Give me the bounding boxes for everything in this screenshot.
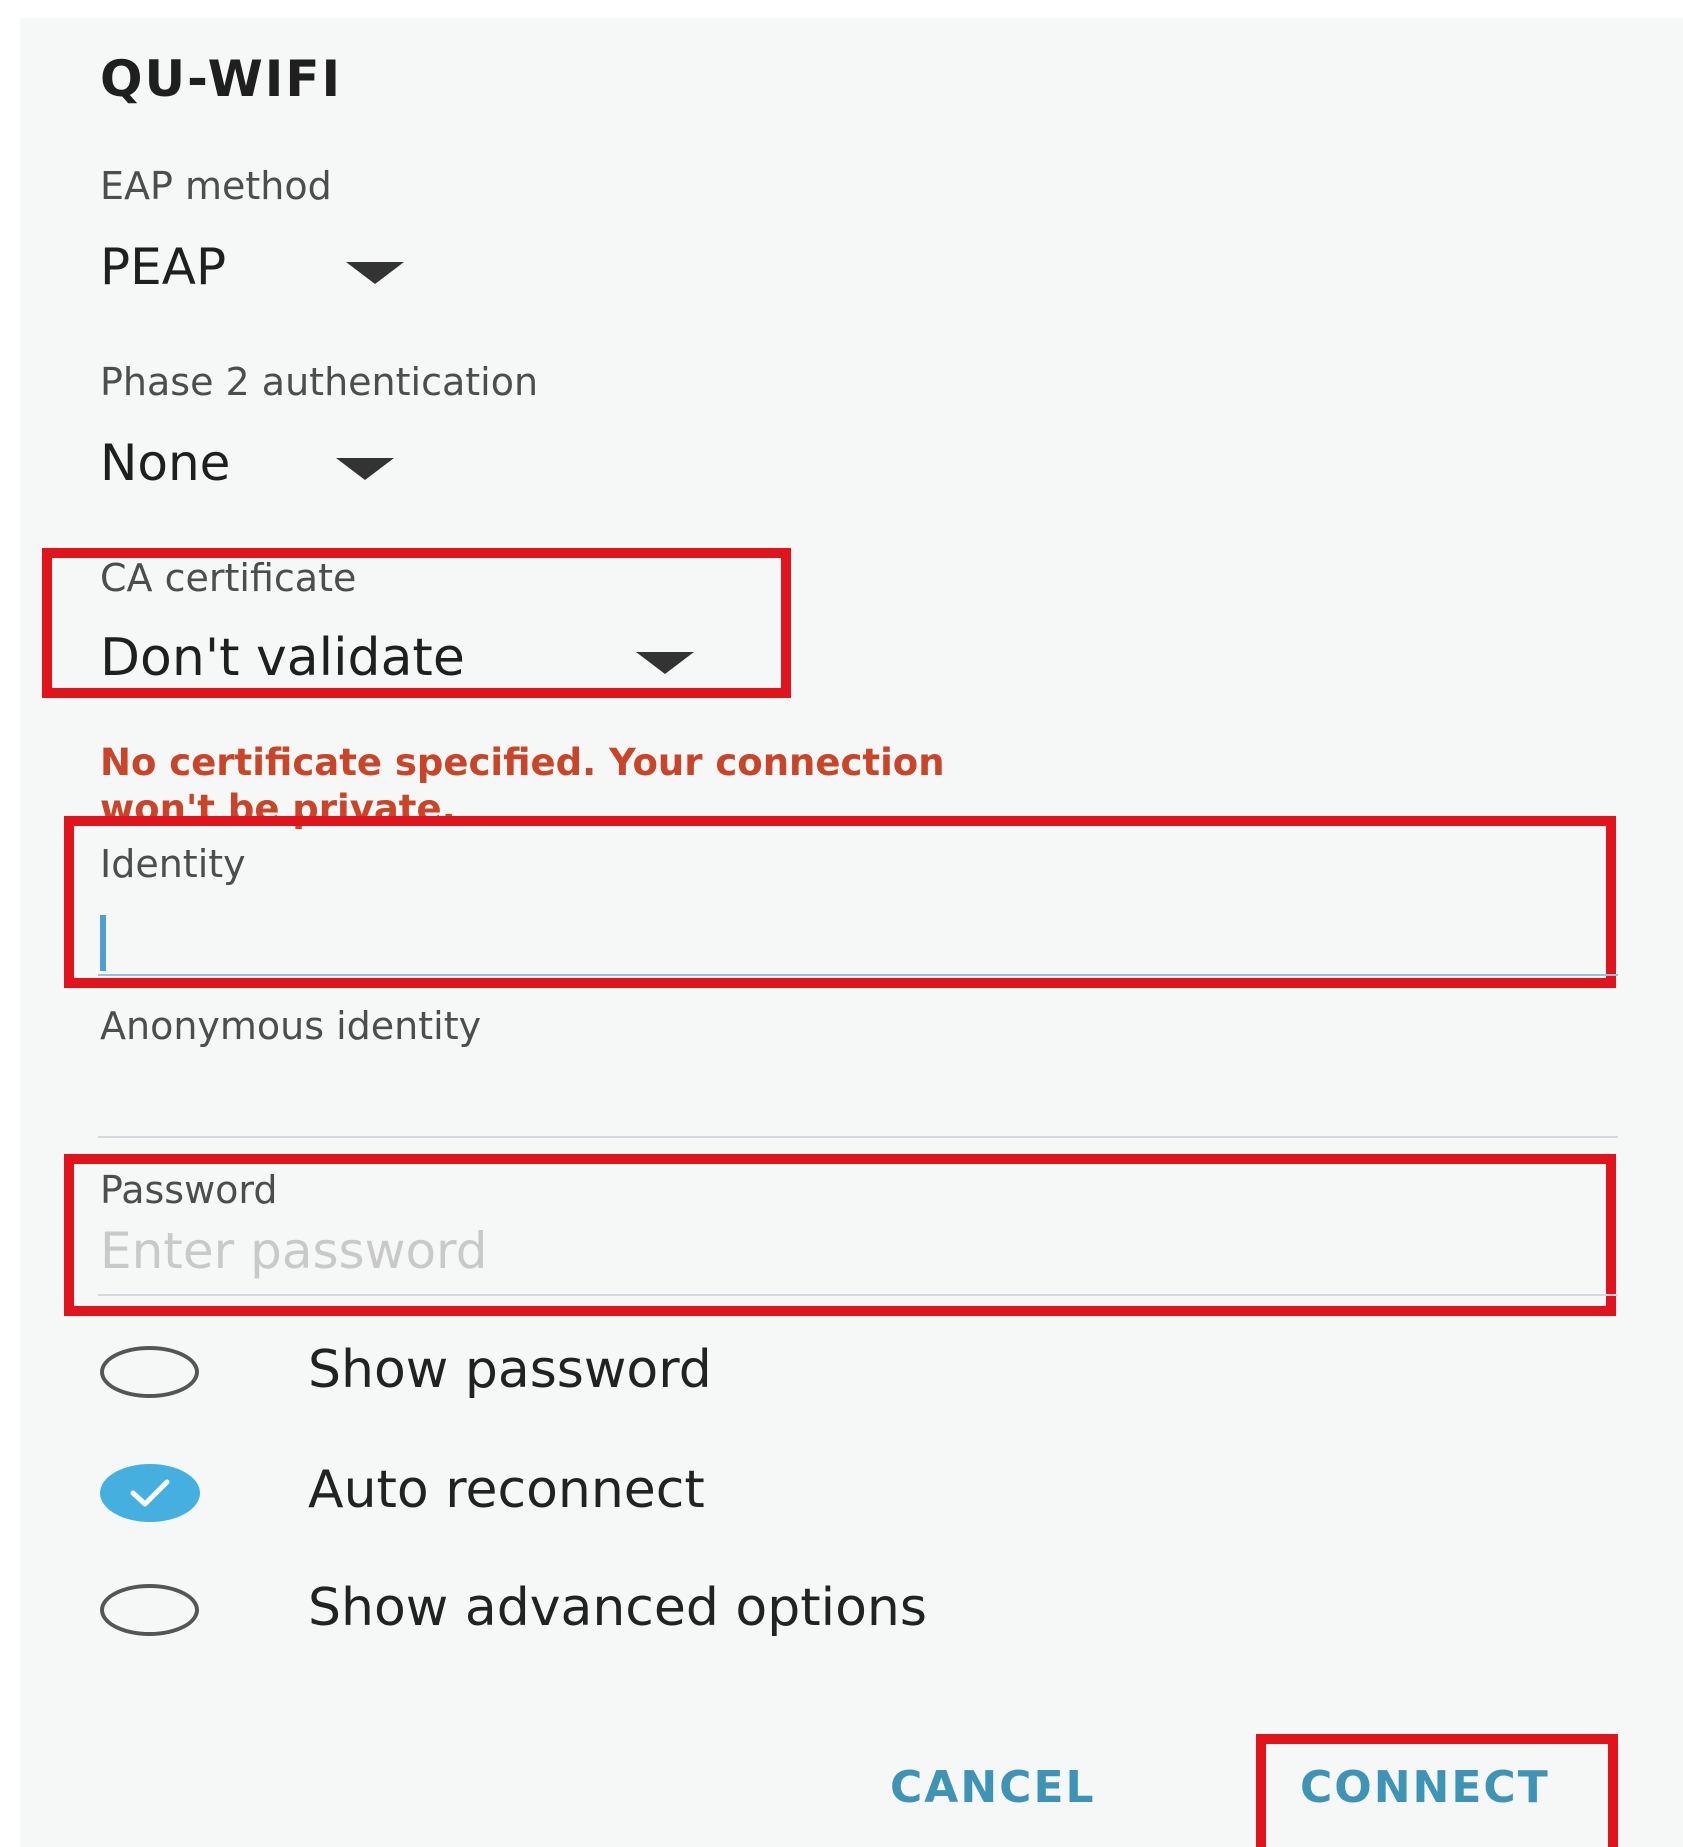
phase2-value: None [100, 434, 231, 492]
ca-certificate-label: CA certificate [100, 556, 357, 600]
anonymous-identity-underline [98, 1136, 1618, 1138]
identity-input[interactable] [100, 900, 1620, 974]
checkmark-icon [130, 1479, 170, 1507]
dialog-title: QU-WIFI [100, 50, 343, 108]
connect-button[interactable]: CONNECT [1300, 1762, 1550, 1813]
ca-certificate-dropdown-icon[interactable] [636, 652, 694, 674]
show-advanced-options-checkbox[interactable] [100, 1584, 199, 1636]
show-password-label[interactable]: Show password [308, 1340, 712, 1400]
ca-certificate-dropdown[interactable]: Don't validate [100, 628, 465, 692]
auto-reconnect-checkbox[interactable] [100, 1464, 200, 1522]
identity-underline [98, 974, 1618, 976]
phase2-label: Phase 2 authentication [100, 360, 539, 404]
eap-method-value: PEAP [100, 238, 227, 296]
text-cursor [100, 915, 106, 971]
show-password-checkbox[interactable] [100, 1346, 199, 1398]
eap-method-dropdown-icon[interactable] [346, 262, 404, 284]
anonymous-identity-label: Anonymous identity [100, 1004, 482, 1048]
password-placeholder: Enter password [100, 1222, 488, 1280]
password-underline [98, 1294, 1618, 1296]
password-input[interactable]: Enter password [100, 1222, 1620, 1292]
auto-reconnect-label[interactable]: Auto reconnect [308, 1460, 705, 1520]
eap-method-dropdown[interactable]: PEAP [100, 238, 226, 302]
show-advanced-options-label[interactable]: Show advanced options [308, 1578, 927, 1638]
cancel-button[interactable]: CANCEL [890, 1762, 1096, 1813]
ca-certificate-value: Don't validate [100, 628, 465, 688]
phase2-dropdown[interactable]: None [100, 434, 230, 498]
eap-method-label: EAP method [100, 164, 332, 208]
phase2-dropdown-icon[interactable] [336, 458, 394, 480]
identity-label: Identity [100, 842, 246, 886]
password-label: Password [100, 1168, 278, 1212]
anonymous-identity-input[interactable] [100, 1070, 1620, 1136]
certificate-warning-line-1: No certificate specified. Your connectio… [100, 741, 945, 784]
